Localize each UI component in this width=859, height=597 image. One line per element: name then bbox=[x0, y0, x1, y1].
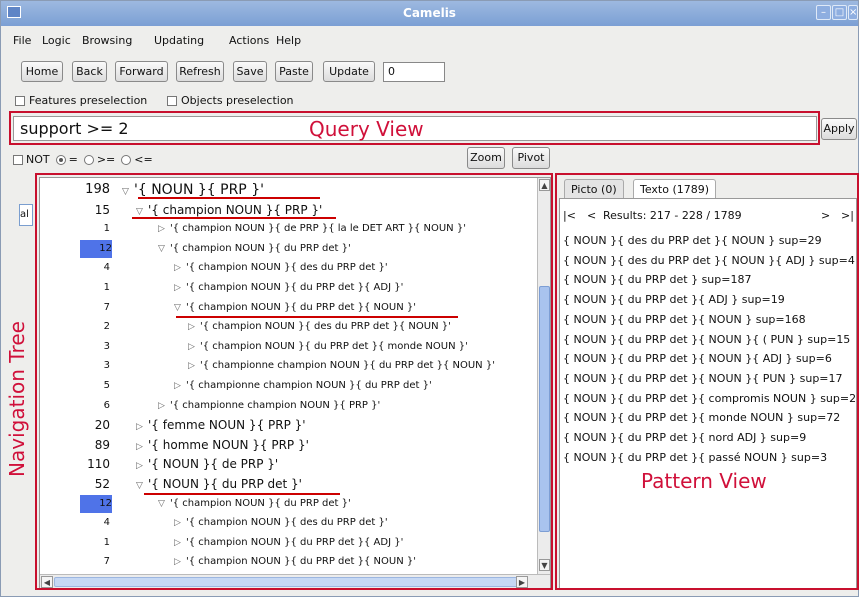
title-bar: Camelis – □ × bbox=[1, 1, 858, 26]
close-icon[interactable]: × bbox=[848, 5, 858, 20]
home-button[interactable]: Home bbox=[21, 61, 63, 82]
navigation-tree-box bbox=[35, 173, 553, 590]
eq-label: = bbox=[68, 153, 78, 166]
features-checkbox[interactable] bbox=[15, 95, 25, 106]
update-button[interactable]: Update bbox=[323, 61, 375, 82]
le-radio[interactable] bbox=[121, 154, 132, 165]
operator-row: NOT = >= <= bbox=[13, 153, 153, 166]
forward-button[interactable]: Forward bbox=[115, 61, 168, 82]
not-label: NOT bbox=[26, 153, 50, 166]
zoom-button[interactable]: Zoom bbox=[467, 147, 505, 169]
pattern-view-label: Pattern View bbox=[641, 469, 767, 493]
menu-file[interactable]: File bbox=[13, 34, 31, 47]
query-view-label: Query View bbox=[309, 117, 424, 141]
ge-label: >= bbox=[96, 153, 116, 166]
window-title: Camelis bbox=[403, 6, 456, 20]
maximize-icon[interactable]: □ bbox=[832, 5, 847, 20]
apply-button[interactable]: Apply bbox=[821, 118, 857, 140]
minimize-icon[interactable]: – bbox=[816, 5, 831, 20]
left-tab[interactable]: al bbox=[19, 204, 33, 226]
eq-radio[interactable] bbox=[55, 154, 66, 165]
update-count-input[interactable]: 0 bbox=[383, 62, 445, 82]
objects-checkbox[interactable] bbox=[167, 95, 177, 106]
back-button[interactable]: Back bbox=[72, 61, 107, 82]
navigation-tree-label: Navigation Tree bbox=[5, 321, 29, 477]
menu-help[interactable]: Help bbox=[276, 34, 301, 47]
save-button[interactable]: Save bbox=[233, 61, 267, 82]
paste-button[interactable]: Paste bbox=[275, 61, 313, 82]
menu-browsing[interactable]: Browsing bbox=[82, 34, 132, 47]
refresh-button[interactable]: Refresh bbox=[176, 61, 224, 82]
pattern-view-box bbox=[555, 173, 859, 590]
objects-label: Objects preselection bbox=[181, 94, 294, 107]
menu-actions[interactable]: Actions bbox=[229, 34, 269, 47]
menu-updating[interactable]: Updating bbox=[154, 34, 204, 47]
ge-radio[interactable] bbox=[83, 154, 94, 165]
menu-logic[interactable]: Logic bbox=[42, 34, 71, 47]
app-window: Camelis – □ × File Logic Browsing Updati… bbox=[0, 0, 859, 597]
le-label: <= bbox=[134, 153, 153, 166]
features-preselection[interactable]: Features preselection bbox=[15, 94, 147, 107]
not-checkbox[interactable] bbox=[13, 154, 23, 165]
pivot-button[interactable]: Pivot bbox=[512, 147, 550, 169]
features-label: Features preselection bbox=[29, 94, 148, 107]
objects-preselection[interactable]: Objects preselection bbox=[167, 94, 294, 107]
menu-bar: File Logic Browsing Updating Actions Hel… bbox=[1, 28, 858, 50]
